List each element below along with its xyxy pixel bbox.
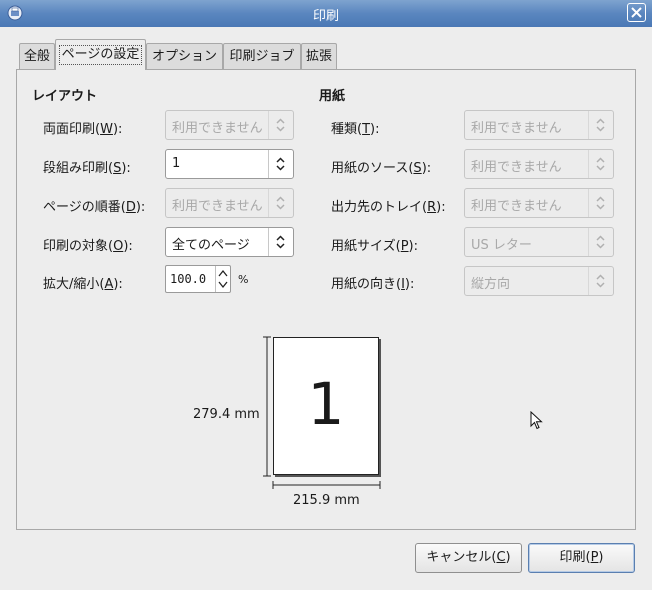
preview-height-label: 279.4 mm	[193, 407, 260, 422]
print-button[interactable]: 印刷(P)	[528, 543, 635, 573]
up-down-chevron-icon	[276, 235, 285, 249]
print-range-value: 全てのページ	[172, 238, 250, 253]
paper-size-label: 用紙サイズ(P):	[331, 239, 418, 254]
scale-spinbox[interactable]: 100.0	[165, 265, 231, 293]
tab-page-setup[interactable]: ページの設定	[55, 39, 146, 70]
duplex-select[interactable]: 利用できません	[165, 110, 294, 140]
cancel-button[interactable]: キャンセル(C)	[415, 543, 522, 573]
preview-page-number: 1	[307, 370, 345, 438]
page-preview: 1	[273, 337, 379, 475]
preview-width-label: 215.9 mm	[293, 493, 360, 508]
up-down-chevron-icon	[596, 118, 605, 132]
title-bar: 印刷	[0, 0, 652, 27]
orientation-label: 用紙の向き(I):	[331, 277, 415, 292]
up-down-chevron-icon	[276, 118, 285, 132]
height-dimension-line	[263, 336, 271, 477]
paper-size-value: US レター	[471, 238, 532, 253]
paper-size-select[interactable]: US レター	[464, 227, 614, 257]
paper-source-label: 用紙のソース(S):	[331, 161, 432, 176]
close-icon	[631, 7, 642, 18]
up-down-chevron-icon	[596, 157, 605, 171]
up-down-chevron-icon	[276, 196, 285, 210]
paper-source-select[interactable]: 利用できません	[464, 149, 614, 179]
paper-type-value: 利用できません	[471, 121, 562, 136]
output-tray-label: 出力先のトレイ(R):	[331, 200, 446, 215]
scale-label: 拡大/縮小(A):	[43, 277, 123, 292]
paper-type-select[interactable]: 利用できません	[464, 110, 614, 140]
print-range-label: 印刷の対象(O):	[43, 239, 133, 254]
print-range-select[interactable]: 全てのページ	[165, 227, 294, 257]
scale-unit: %	[238, 273, 249, 286]
paper-heading: 用紙	[319, 89, 346, 104]
layout-heading: レイアウト	[32, 89, 98, 104]
up-down-chevron-icon	[596, 274, 605, 288]
spin-up-down-icon	[218, 269, 228, 289]
columns-label: 段組み印刷(S):	[43, 161, 131, 176]
output-tray-value: 利用できません	[471, 199, 562, 214]
scale-spin-buttons[interactable]	[215, 266, 230, 292]
window-title: 印刷	[312, 9, 339, 24]
page-order-value: 利用できません	[172, 199, 263, 214]
output-tray-select[interactable]: 利用できません	[464, 188, 614, 218]
scale-value: 100.0	[170, 272, 207, 286]
paper-type-label: 種類(T):	[331, 122, 380, 137]
columns-value: 1	[172, 156, 181, 171]
width-dimension-line	[272, 481, 381, 489]
up-down-chevron-icon	[596, 235, 605, 249]
up-down-chevron-icon	[276, 157, 285, 171]
tab-page-setup-label: ページの設定	[58, 45, 143, 65]
tab-advanced[interactable]: 拡張	[301, 43, 337, 69]
up-down-chevron-icon	[596, 196, 605, 210]
duplex-label: 両面印刷(W):	[43, 122, 123, 137]
tab-options[interactable]: オプション	[146, 43, 223, 69]
page-order-label: ページの順番(D):	[43, 200, 146, 215]
duplex-value: 利用できません	[172, 121, 263, 136]
close-button[interactable]	[627, 3, 646, 22]
mouse-cursor-icon	[530, 411, 543, 430]
page-order-select[interactable]: 利用できません	[165, 188, 294, 218]
tab-general[interactable]: 全般	[19, 43, 55, 69]
orientation-select[interactable]: 縦方向	[464, 266, 614, 296]
orientation-value: 縦方向	[471, 277, 511, 292]
columns-select[interactable]: 1	[165, 149, 294, 179]
tab-print-job[interactable]: 印刷ジョブ	[223, 43, 301, 69]
paper-source-value: 利用できません	[471, 160, 562, 175]
